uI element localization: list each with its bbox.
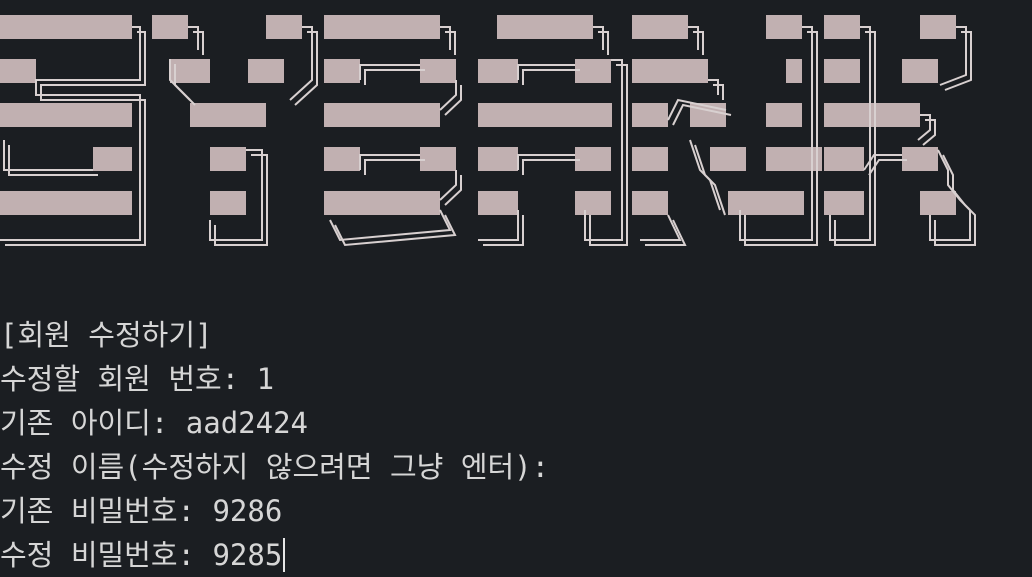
banner-outline [522,69,580,85]
banner-block [632,147,668,171]
banner-outline [364,159,425,175]
banner-outline [517,64,575,80]
banner-block [824,59,860,83]
banner-outline [517,154,575,170]
banner-outline [688,26,699,50]
banner-block [497,15,593,39]
banner-block [575,191,611,215]
new-name-prompt: 수정 이름(수정하지 않으려면 그냥 엔터): [0,450,550,484]
banner-outline [440,26,451,50]
banner-block [190,103,266,127]
banner-block [920,191,956,215]
banner-block [478,103,612,127]
new-password-input-line[interactable]: 수정 비밀번호: 9285 [0,533,549,577]
member-number-line: 수정할 회원 번호: 1 [0,362,275,396]
banner-outline [708,79,719,95]
banner-outline [439,170,457,201]
old-password-line: 기존 비밀번호: 9286 [0,494,283,528]
banner-outline [334,214,457,247]
banner-block [0,15,132,39]
banner-block [324,103,440,127]
banner-block [824,103,920,127]
banner-block [766,147,822,171]
banner-outline [359,64,420,80]
ascii-art-banner [0,15,976,247]
banner-outline [188,26,199,50]
banner-block [824,15,860,39]
banner-block [324,15,440,39]
banner-block [420,147,456,171]
banner-block [0,103,132,127]
banner-block [210,147,246,171]
old-id-line: 기존 아이디: aad2424 [0,406,308,440]
banner-block [632,59,708,83]
banner-outline [294,31,318,106]
banner-outline [439,80,457,111]
banner-block [632,103,668,127]
banner-block [710,147,746,171]
banner-outline [444,175,462,206]
banner-block [478,147,518,171]
banner-outline [3,140,93,171]
banner-block [324,147,360,171]
banner-block [324,191,440,215]
banner-block [248,59,284,83]
banner-block [920,15,956,39]
banner-outline [364,69,425,85]
banner-block [478,191,518,215]
banner-outline [645,219,687,246]
banner-block [575,59,611,83]
banner-outline [522,159,580,175]
banner-block [420,59,456,83]
banner-block [632,191,668,215]
banner-outline [444,85,462,116]
banner-block [824,191,864,215]
banner-block [152,15,188,39]
banner-block [324,59,360,83]
banner-block [0,59,36,83]
banner-block [478,59,518,83]
banner-block [766,15,802,39]
banner-outline [593,26,604,50]
banner-block [93,147,132,171]
banner-block [266,15,302,39]
banner-block [632,15,688,39]
banner-block [786,59,802,83]
terminal-output: [회원 수정하기] 수정할 회원 번호: 1 기존 아이디: aad2424 수… [0,313,549,577]
banner-block [902,147,938,171]
banner-outline [359,154,420,170]
banner-block [766,103,802,127]
banner-block [210,191,246,215]
banner-outline [640,214,682,241]
banner-block [0,191,132,215]
banner-block [902,59,938,83]
banner-block [575,147,611,171]
section-title: [회원 수정하기] [0,318,213,352]
new-password-input-text: 수정 비밀번호: 9285 [0,538,283,572]
banner-block [824,147,864,171]
text-cursor [283,538,286,572]
